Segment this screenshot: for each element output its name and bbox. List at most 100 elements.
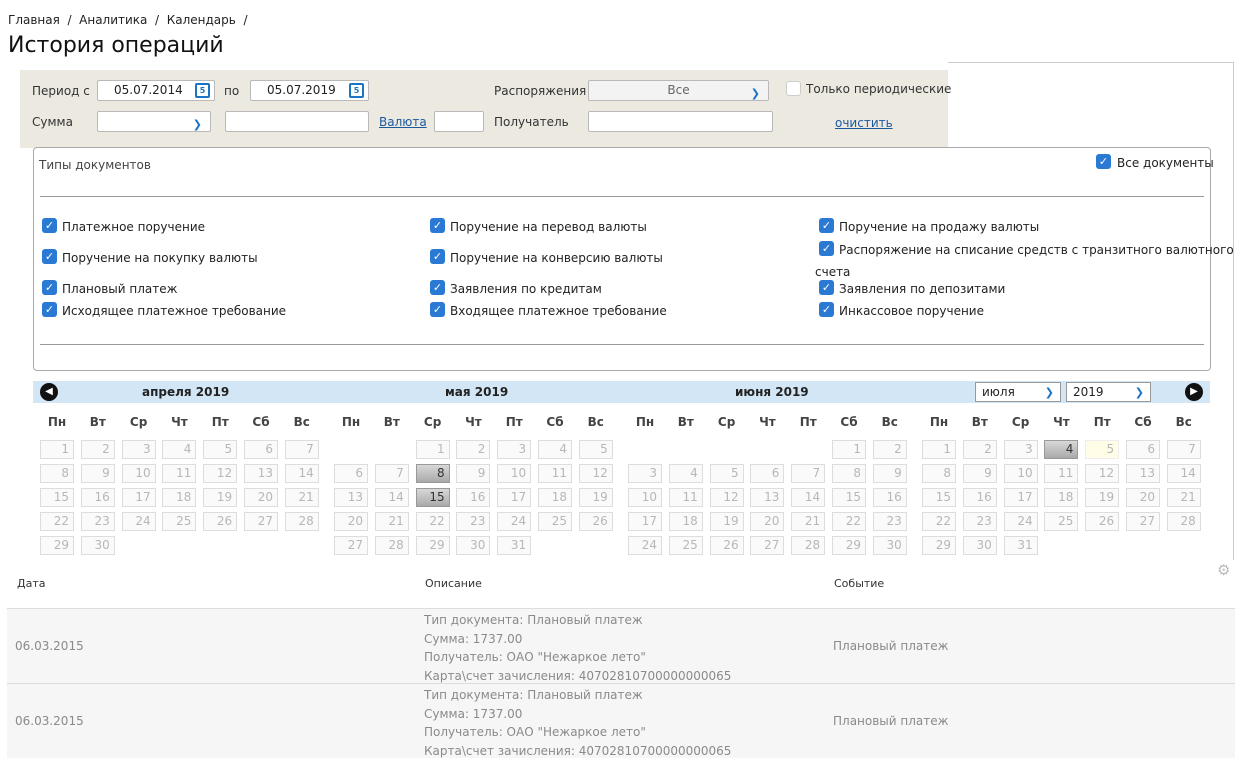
calendar-day[interactable]: 29 <box>40 536 74 555</box>
doc-type-checkbox[interactable]: ✓ <box>819 218 834 233</box>
calendar-day[interactable]: 8 <box>40 464 74 483</box>
calendar-day[interactable]: 21 <box>1166 488 1201 507</box>
orders-select[interactable]: Все ❯ <box>588 80 769 101</box>
calendar-day[interactable]: 10 <box>121 464 156 483</box>
sum-select[interactable]: ❯ <box>97 111 211 132</box>
currency-input[interactable] <box>434 111 484 132</box>
calendar-day[interactable]: 26 <box>709 536 744 555</box>
calendar-day[interactable]: 10 <box>628 488 662 507</box>
calendar-day[interactable]: 30 <box>962 536 997 555</box>
calendar-day[interactable]: 28 <box>1166 512 1201 531</box>
calendar-day[interactable]: 18 <box>1044 488 1079 507</box>
calendar-day[interactable]: 12 <box>578 464 613 483</box>
calendar-day[interactable]: 15 <box>415 488 450 507</box>
calendar-day[interactable]: 13 <box>750 488 785 507</box>
calendar-day[interactable]: 28 <box>791 536 826 555</box>
calendar-day[interactable]: 16 <box>80 488 115 507</box>
breadcrumb[interactable]: Главная / Аналитика / Календарь / <box>8 13 247 27</box>
calendar-day[interactable]: 26 <box>578 512 613 531</box>
calendar-day[interactable]: 10 <box>497 464 532 483</box>
calendar-day[interactable]: 3 <box>121 440 156 459</box>
calendar-day[interactable]: 21 <box>284 488 319 507</box>
calendar-day[interactable]: 9 <box>80 464 115 483</box>
calendar-day[interactable]: 11 <box>1044 464 1079 483</box>
doc-type-checkbox[interactable]: ✓ <box>42 280 57 295</box>
calendar-day[interactable]: 15 <box>832 488 866 507</box>
calendar-day[interactable]: 15 <box>40 488 74 507</box>
calendar-day[interactable]: 10 <box>1003 464 1038 483</box>
doc-type-checkbox[interactable]: ✓ <box>819 280 834 295</box>
calendar-day[interactable]: 22 <box>922 512 956 531</box>
calendar-day[interactable]: 11 <box>162 464 197 483</box>
calendar-day[interactable]: 24 <box>628 536 662 555</box>
calendar-day[interactable]: 5 <box>709 464 744 483</box>
calendar-day[interactable]: 15 <box>922 488 956 507</box>
calendar-day[interactable]: 22 <box>40 512 74 531</box>
calendar-day[interactable]: 30 <box>456 536 491 555</box>
calendar-icon[interactable]: 5 <box>349 83 364 98</box>
calendar-day[interactable]: 14 <box>284 464 319 483</box>
calendar-day[interactable]: 25 <box>162 512 197 531</box>
next-month-icon[interactable]: ▶ <box>1185 383 1203 401</box>
calendar-day[interactable]: 11 <box>668 488 703 507</box>
calendar-day[interactable]: 12 <box>203 464 238 483</box>
calendar-day[interactable]: 9 <box>962 464 997 483</box>
calendar-day[interactable]: 3 <box>497 440 532 459</box>
calendar-day[interactable]: 22 <box>832 512 866 531</box>
calendar-day[interactable]: 17 <box>121 488 156 507</box>
calendar-day[interactable]: 17 <box>1003 488 1038 507</box>
column-header-description[interactable]: Описание <box>425 577 482 590</box>
calendar-day[interactable]: 19 <box>578 488 613 507</box>
calendar-day[interactable]: 13 <box>1126 464 1160 483</box>
calendar-day[interactable]: 19 <box>709 512 744 531</box>
calendar-day[interactable]: 20 <box>1126 488 1160 507</box>
calendar-day[interactable]: 2 <box>456 440 491 459</box>
doc-type-checkbox[interactable]: ✓ <box>819 302 834 317</box>
calendar-day[interactable]: 24 <box>497 512 532 531</box>
calendar-day[interactable]: 19 <box>1085 488 1120 507</box>
calendar-day[interactable]: 23 <box>456 512 491 531</box>
calendar-day[interactable]: 14 <box>374 488 409 507</box>
calendar-day[interactable]: 28 <box>374 536 409 555</box>
calendar-day[interactable]: 30 <box>872 536 907 555</box>
calendar-day[interactable]: 7 <box>284 440 319 459</box>
calendar-day[interactable]: 18 <box>538 488 572 507</box>
period-from-input[interactable]: 05.07.2014 5 <box>97 80 215 101</box>
doc-type-checkbox[interactable]: ✓ <box>430 280 445 295</box>
doc-type-checkbox[interactable]: ✓ <box>42 249 57 264</box>
period-to-input[interactable]: 05.07.2019 5 <box>250 80 369 101</box>
calendar-day[interactable]: 5 <box>203 440 238 459</box>
calendar-day[interactable]: 27 <box>244 512 278 531</box>
calendar-day[interactable]: 11 <box>538 464 572 483</box>
calendar-day[interactable]: 8 <box>415 464 450 483</box>
calendar-day[interactable]: 4 <box>162 440 197 459</box>
calendar-day[interactable]: 20 <box>334 512 368 531</box>
calendar-day[interactable]: 5 <box>1085 440 1120 459</box>
calendar-day[interactable]: 25 <box>1044 512 1079 531</box>
month-select[interactable]: июля ❯ <box>975 382 1061 402</box>
calendar-day[interactable]: 1 <box>415 440 450 459</box>
calendar-day[interactable]: 5 <box>578 440 613 459</box>
calendar-day[interactable]: 4 <box>1044 440 1079 459</box>
calendar-day[interactable]: 23 <box>962 512 997 531</box>
calendar-day[interactable]: 19 <box>203 488 238 507</box>
sum-input[interactable] <box>225 111 369 132</box>
calendar-day[interactable]: 13 <box>334 488 368 507</box>
doc-type-checkbox[interactable]: ✓ <box>42 218 57 233</box>
calendar-day[interactable]: 9 <box>872 464 907 483</box>
only-periodic-checkbox[interactable] <box>786 81 801 96</box>
year-select[interactable]: 2019 ❯ <box>1066 382 1151 402</box>
calendar-day[interactable]: 24 <box>121 512 156 531</box>
calendar-day[interactable]: 20 <box>750 512 785 531</box>
calendar-day[interactable]: 9 <box>456 464 491 483</box>
calendar-day[interactable]: 16 <box>872 488 907 507</box>
calendar-day[interactable]: 6 <box>750 464 785 483</box>
calendar-day[interactable]: 18 <box>162 488 197 507</box>
calendar-day[interactable]: 23 <box>80 512 115 531</box>
calendar-day[interactable]: 25 <box>668 536 703 555</box>
doc-type-checkbox[interactable]: ✓ <box>430 249 445 264</box>
calendar-day[interactable]: 26 <box>1085 512 1120 531</box>
calendar-day[interactable]: 7 <box>1166 440 1201 459</box>
calendar-day[interactable]: 29 <box>832 536 866 555</box>
doc-type-checkbox[interactable]: ✓ <box>819 241 834 256</box>
